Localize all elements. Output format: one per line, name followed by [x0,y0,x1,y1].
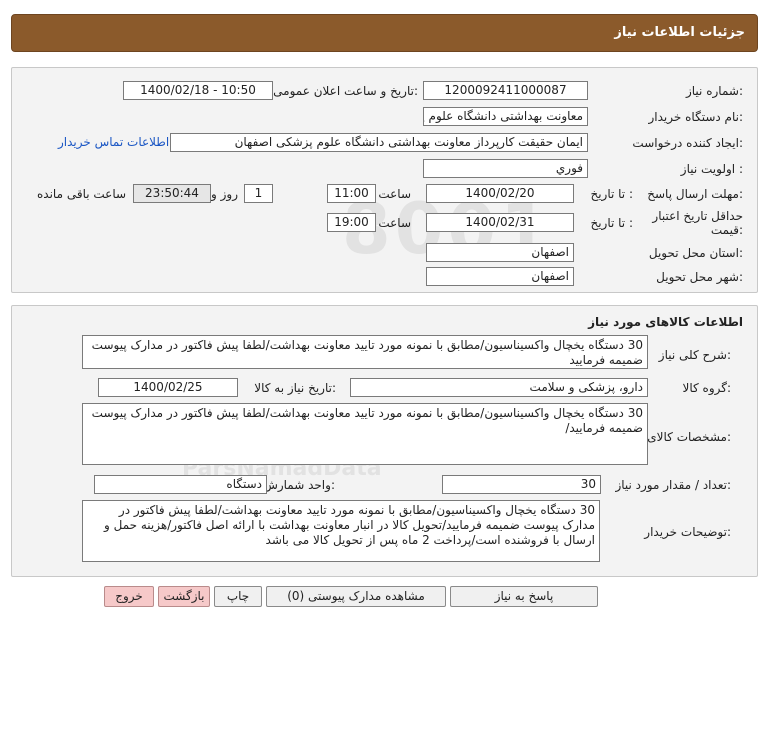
attachments-button[interactable]: مشاهده مدارک پیوستی (0) [266,586,446,607]
validity-time-field: 19:00 [327,213,376,232]
requester-label: ایجاد کننده درخواست: [632,136,743,150]
validity-date-field: 1400/02/31 [426,213,574,232]
need-number-field: 1200092411000087 [423,81,588,100]
goods-info-panel: ParsNamadData اطلاعات کالاهای مورد نیاز … [11,305,758,577]
announce-label: تاریخ و ساعت اعلان عمومی: [273,84,418,98]
days-label: روز و [211,187,238,201]
exit-button[interactable]: خروج [104,586,154,607]
buyer-org-field: معاونت بهداشتی دانشگاه علوم پزشکی اصفهان [423,107,588,126]
buyer-org-label: نام دستگاه خریدار: [648,110,744,124]
group-field: دارو، پزشکی و سلامت [350,378,648,397]
goods-section-title: اطلاعات کالاهای مورد نیاز [588,315,743,329]
desc-label: توضیحات خریدار: [644,525,731,539]
reply-to-date-label: تا تاریخ : [590,187,633,201]
days-field: 1 [244,184,273,203]
buyer-contact-link[interactable]: اطلاعات تماس خریدار [58,135,169,149]
reply-time-label: ساعت [378,187,411,201]
need-date-label: تاریخ نیاز به کالا: [254,381,336,395]
validity-time-label: ساعت [378,216,411,230]
price-validity-label: حداقل تاریخ اعتبار قیمت: [652,209,743,237]
province-label: استان محل تحویل: [648,246,743,260]
remaining-time-field: 23:50:44 [133,184,211,203]
province-field: اصفهان [426,243,574,262]
summary-field: 30 دستگاه یخچال واکسیناسیون/مطابق با نمو… [82,335,648,369]
priority-label: اولویت نیاز : [680,162,743,176]
need-number-label: شماره نیاز: [685,84,743,98]
group-label: گروه کالا: [682,381,732,395]
print-button[interactable]: چاپ [214,586,262,607]
desc-field: 30 دستگاه یخچال واکسیناسیون/مطابق با نمو… [82,500,600,562]
summary-label: شرح کلی نیاز: [658,348,731,362]
reply-deadline-label: مهلت ارسال پاسخ: [647,187,743,201]
unit-label: واحد شمارش: [263,478,335,492]
page-header: جزئیات اطلاعات نیاز [11,14,758,52]
validity-to-date-label: تا تاریخ : [590,216,633,230]
city-field: اصفهان [426,267,574,286]
priority-field: فوري [423,159,588,178]
qty-label: تعداد / مقدار مورد نیاز: [615,478,731,492]
reply-time-field: 11:00 [327,184,376,203]
need-date-field: 1400/02/25 [98,378,238,397]
page-title: جزئیات اطلاعات نیاز [614,25,745,40]
requester-field: ایمان حقیقت کارپرداز معاونت بهداشتی دانش… [170,133,588,152]
reply-date-field: 1400/02/20 [426,184,574,203]
unit-field: دستگاه [94,475,267,494]
announce-field: 1400/02/18 - 10:50 [123,81,273,100]
back-button[interactable]: بازگشت [158,586,210,607]
qty-field: 30 [442,475,601,494]
need-info-panel: 8001 شماره نیاز: 1200092411000087 تاریخ … [11,67,758,293]
specs-field: 30 دستگاه یخچال واکسیناسیون/مطابق با نمو… [82,403,648,465]
city-label: شهر محل تحویل: [656,270,743,284]
reply-button[interactable]: پاسخ به نیاز [450,586,598,607]
remaining-label: ساعت باقی مانده [37,187,127,201]
